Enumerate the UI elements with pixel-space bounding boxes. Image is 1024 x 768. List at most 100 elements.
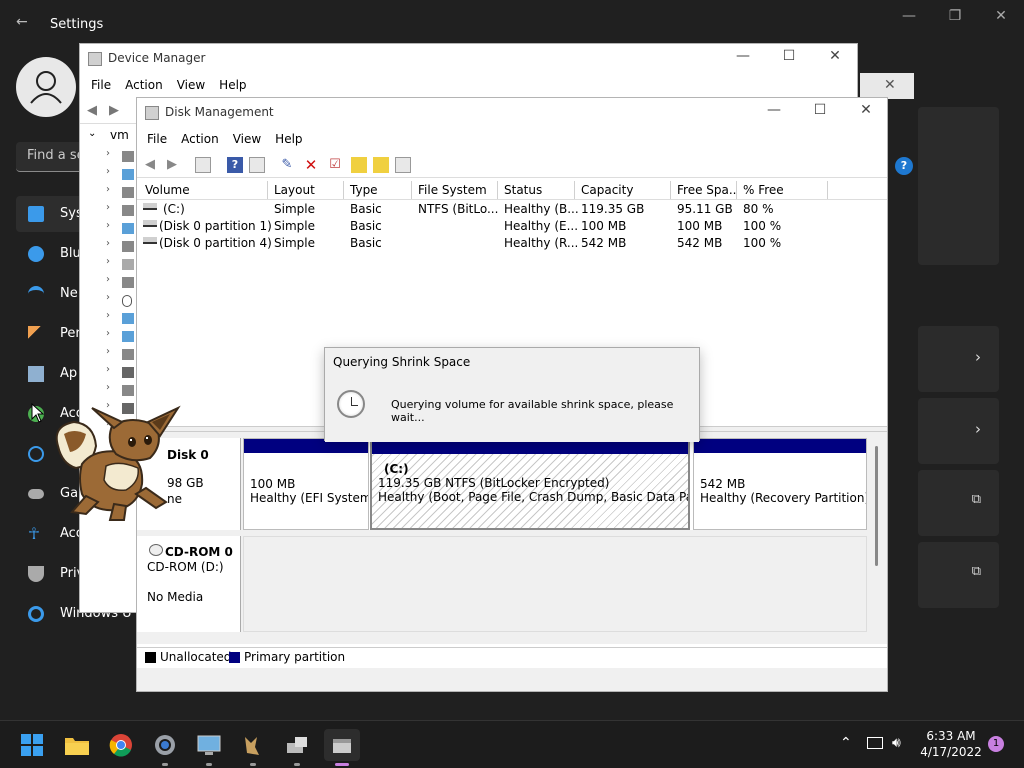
menu-view[interactable]: View: [170, 74, 212, 96]
partition-header: [372, 440, 688, 454]
column-header-volume[interactable]: Volume: [139, 181, 268, 199]
back-icon[interactable]: ◀: [142, 157, 158, 173]
close-icon[interactable]: ✕: [986, 8, 1016, 24]
menu-action[interactable]: Action: [118, 74, 170, 96]
cell-filesystem: NTFS (BitLo...: [418, 202, 499, 216]
menu-help[interactable]: Help: [268, 128, 309, 150]
file-explorer-button[interactable]: [61, 729, 93, 761]
minimize-icon[interactable]: —: [894, 8, 924, 24]
back-icon[interactable]: ◀: [84, 103, 100, 119]
menu-help[interactable]: Help: [212, 74, 253, 96]
clock-time[interactable]: 6:33 AM: [920, 729, 982, 743]
device-manager-button[interactable]: [281, 729, 313, 761]
app-button[interactable]: [237, 729, 269, 761]
computer-icon: [197, 735, 221, 755]
chrome-button[interactable]: [105, 729, 137, 761]
network-icon[interactable]: [867, 737, 883, 749]
remote-desktop-button[interactable]: [193, 729, 225, 761]
close-icon[interactable]: ✕: [812, 48, 858, 64]
column-header-percent-free[interactable]: % Free: [737, 181, 828, 199]
connect-icon[interactable]: ✎: [279, 157, 295, 173]
column-header-status[interactable]: Status: [498, 181, 575, 199]
device-tree: ⌄ vm › › › › › › › › › › › › › › › ›: [80, 126, 138, 612]
show-hide-tree-icon[interactable]: [195, 157, 211, 173]
delete-icon[interactable]: ✕: [303, 157, 319, 173]
table-row[interactable]: (Disk 0 partition 4) Simple Basic Health…: [137, 235, 887, 252]
dialog-title: Querying Shrink Space: [333, 355, 471, 369]
device-manager-titlebar[interactable]: Device Manager — ☐ ✕: [80, 44, 857, 74]
cell-percent-free: 100 %: [743, 236, 782, 250]
device-icon: [122, 349, 134, 360]
partition-status: Healthy (EFI System P: [250, 491, 369, 505]
column-header-free-space[interactable]: Free Spa...: [671, 181, 737, 199]
partition-header: [694, 439, 866, 453]
maximize-icon[interactable]: ☐: [797, 102, 843, 118]
column-header-layout[interactable]: Layout: [268, 181, 344, 199]
column-header-filesystem[interactable]: File System: [412, 181, 498, 199]
settings-button[interactable]: [149, 729, 181, 761]
accessibility-icon: ☥: [28, 524, 40, 543]
cdrom-label[interactable]: CD-ROM 0 CD-ROM (D:) No Media: [137, 536, 241, 632]
cell-status: Healthy (E...: [504, 219, 579, 233]
help-icon[interactable]: ?: [227, 157, 243, 173]
partition-efi[interactable]: 100 MB Healthy (EFI System P: [243, 438, 369, 530]
tree-root-label[interactable]: vm: [110, 128, 129, 142]
clock-date[interactable]: 4/17/2022: [920, 745, 982, 759]
folder-icon: [65, 738, 89, 755]
notification-badge[interactable]: 1: [988, 736, 1004, 752]
settings-card-3[interactable]: ⧉: [918, 470, 999, 536]
settings-card-4[interactable]: ⧉: [918, 542, 999, 608]
partition-recovery[interactable]: 542 MB Healthy (Recovery Partition): [693, 438, 867, 530]
user-avatar[interactable]: [16, 57, 76, 117]
clock-icon: [337, 390, 365, 418]
close-icon[interactable]: ✕: [884, 77, 896, 93]
close-icon[interactable]: ✕: [843, 102, 889, 118]
settings-card-1[interactable]: ›: [918, 326, 999, 392]
maximize-icon[interactable]: ☐: [766, 48, 812, 64]
vertical-scrollbar[interactable]: [875, 446, 878, 566]
disk-management-button[interactable]: [324, 729, 360, 761]
checklist-icon[interactable]: ☑: [327, 157, 343, 173]
volume-icon: [143, 237, 157, 244]
forward-icon[interactable]: ▶: [164, 157, 180, 173]
back-arrow-icon[interactable]: ←: [16, 14, 28, 30]
menu-file[interactable]: File: [140, 128, 174, 150]
partition-label: (C:): [384, 462, 409, 476]
folder-up-icon[interactable]: [351, 157, 367, 173]
external-link-icon: ⧉: [971, 564, 981, 579]
shield-icon: [28, 566, 44, 582]
help-icon[interactable]: ?: [895, 157, 913, 175]
cell-volume: (Disk 0 partition 1): [159, 219, 272, 233]
settings-card-2[interactable]: ›: [918, 398, 999, 464]
person-icon: [30, 71, 62, 104]
disk-management-titlebar[interactable]: Disk Management — ☐ ✕: [137, 98, 887, 128]
active-indicator: [335, 763, 349, 766]
table-row[interactable]: (Disk 0 partition 1) Simple Basic Health…: [137, 218, 887, 235]
menu-action[interactable]: Action: [174, 128, 226, 150]
folder-search-icon[interactable]: [373, 157, 389, 173]
column-header-capacity[interactable]: Capacity: [575, 181, 671, 199]
legend-label-primary: Primary partition: [244, 650, 346, 664]
maximize-icon[interactable]: ❐: [940, 8, 970, 24]
cdrom-icon: [149, 544, 163, 556]
chevron-up-icon[interactable]: ⌃: [840, 735, 852, 751]
cell-free-space: 100 MB: [677, 219, 723, 233]
list-view-icon[interactable]: [395, 157, 411, 173]
menu-file[interactable]: File: [84, 74, 118, 96]
menu-view[interactable]: View: [226, 128, 268, 150]
cell-free-space: 542 MB: [677, 236, 723, 250]
cell-status: Healthy (B...: [504, 202, 579, 216]
column-header-type[interactable]: Type: [344, 181, 412, 199]
table-row[interactable]: (C:) Simple Basic NTFS (BitLo... Healthy…: [137, 201, 887, 218]
properties-icon[interactable]: [249, 157, 265, 173]
disk-management-menubar: File Action View Help: [137, 128, 887, 152]
volume-icon[interactable]: 🔊︎: [892, 735, 901, 751]
start-button[interactable]: [16, 729, 48, 761]
legend-swatch-primary: [229, 652, 240, 663]
minimize-icon[interactable]: —: [751, 102, 797, 118]
collapse-icon[interactable]: ⌄: [88, 128, 96, 139]
eevee-sprite: [55, 405, 181, 521]
minimize-icon[interactable]: —: [720, 48, 766, 64]
forward-icon[interactable]: ▶: [106, 103, 122, 119]
partition-c[interactable]: (C:) 119.35 GB NTFS (BitLocker Encrypted…: [370, 438, 690, 530]
